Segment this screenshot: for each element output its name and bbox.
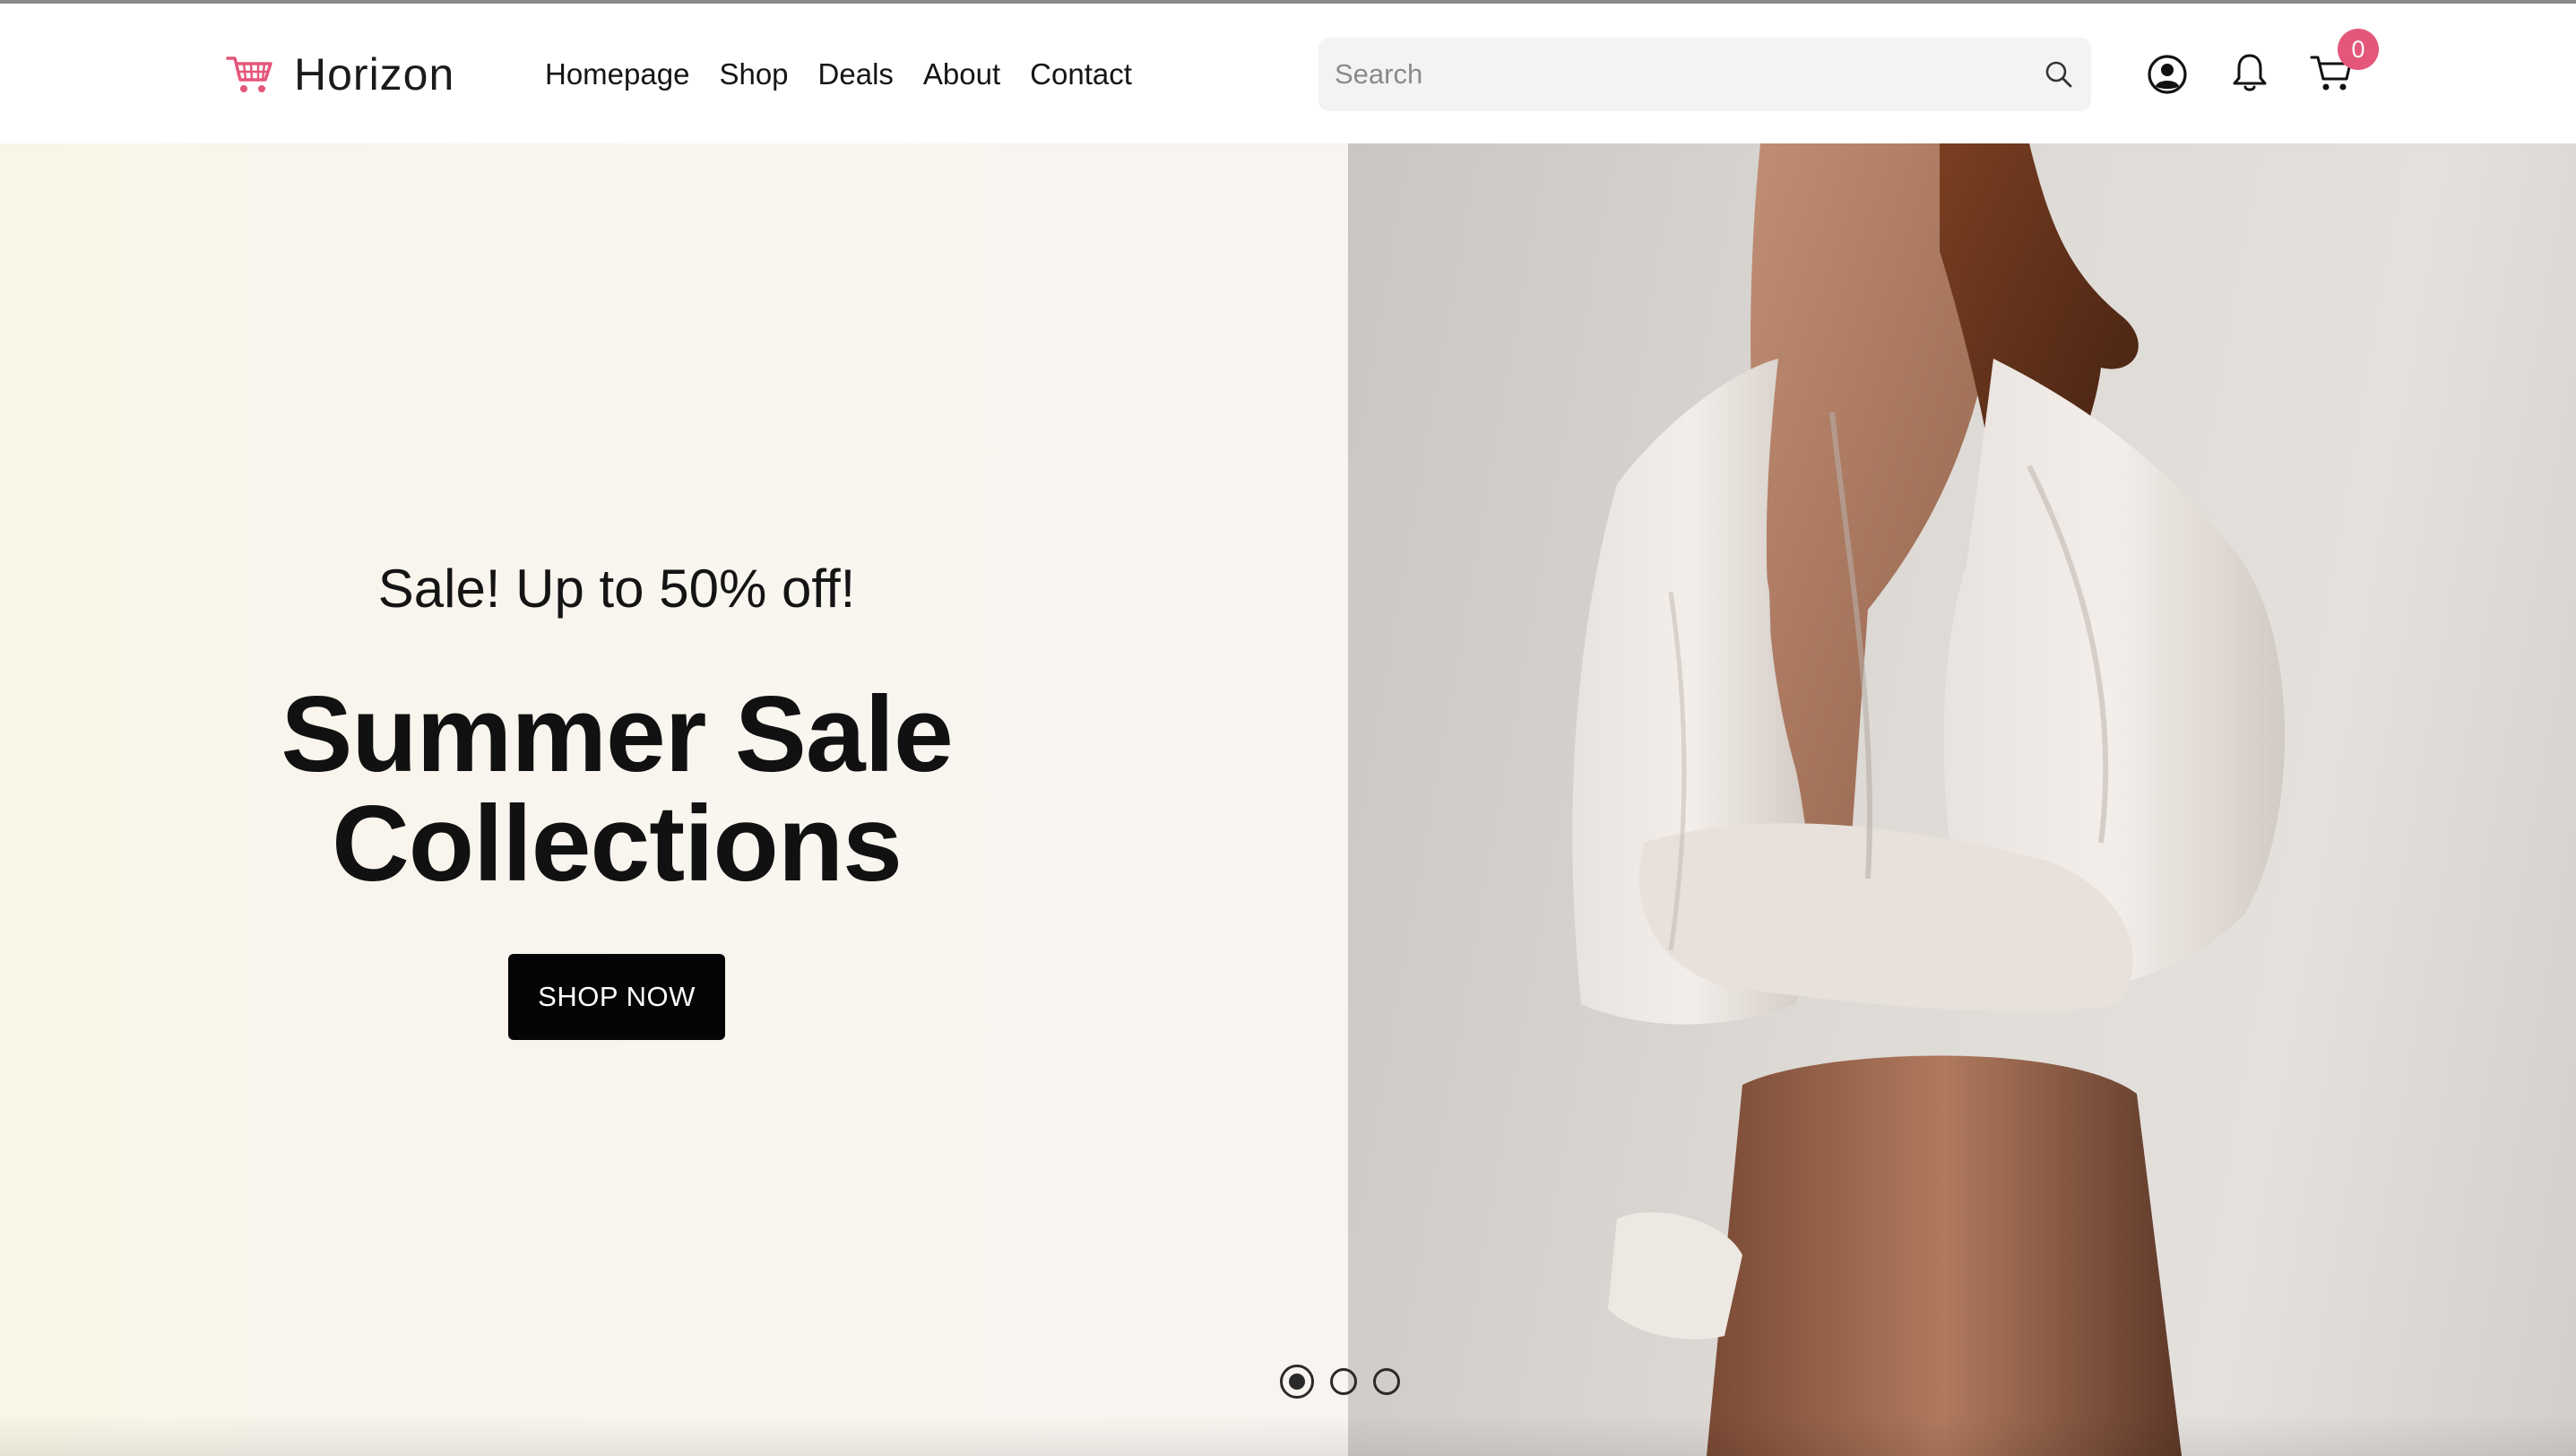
account-icon[interactable] xyxy=(2146,53,2189,96)
search-icon[interactable] xyxy=(2043,58,2075,91)
hero-image xyxy=(1348,143,2576,1456)
hero-kicker: Sale! Up to 50% off! xyxy=(377,559,856,619)
brand-name: Horizon xyxy=(294,49,455,100)
site-header: Horizon Homepage Shop Deals About Contac… xyxy=(0,4,2576,143)
hero-banner: Sale! Up to 50% off! Summer Sale Collect… xyxy=(0,143,2576,1456)
cart-count-badge: 0 xyxy=(2338,29,2379,70)
carousel-dot-1[interactable] xyxy=(1280,1365,1314,1399)
hero-title-line-1: Summer Sale xyxy=(281,674,953,794)
shopping-cart-icon xyxy=(226,56,272,92)
bell-icon[interactable] xyxy=(2228,51,2271,94)
nav-item-deals[interactable]: Deals xyxy=(818,57,894,91)
hero-title-line-2: Collections xyxy=(332,784,903,904)
carousel-dot-2[interactable] xyxy=(1330,1368,1357,1395)
main-nav: Homepage Shop Deals About Contact xyxy=(545,52,1132,97)
carousel-dot-active-marker xyxy=(1289,1374,1305,1390)
brand-logo[interactable]: Horizon xyxy=(226,43,454,106)
shop-now-button[interactable]: SHOP NOW xyxy=(508,954,725,1040)
nav-item-contact[interactable]: Contact xyxy=(1030,57,1132,91)
search-input[interactable] xyxy=(1318,38,2043,111)
nav-item-homepage[interactable]: Homepage xyxy=(545,57,689,91)
search-bar xyxy=(1318,38,2091,111)
carousel-dot-3[interactable] xyxy=(1373,1368,1400,1395)
nav-item-shop[interactable]: Shop xyxy=(719,57,788,91)
hero-title: Summer Sale Collections xyxy=(0,680,1233,898)
nav-item-about[interactable]: About xyxy=(923,57,1000,91)
hero-content: Sale! Up to 50% off! Summer Sale Collect… xyxy=(0,143,1233,1456)
model-photo xyxy=(1572,143,2285,1456)
carousel-dots xyxy=(1280,1365,1400,1399)
hero-text-panel: Sale! Up to 50% off! Summer Sale Collect… xyxy=(0,143,1348,1456)
